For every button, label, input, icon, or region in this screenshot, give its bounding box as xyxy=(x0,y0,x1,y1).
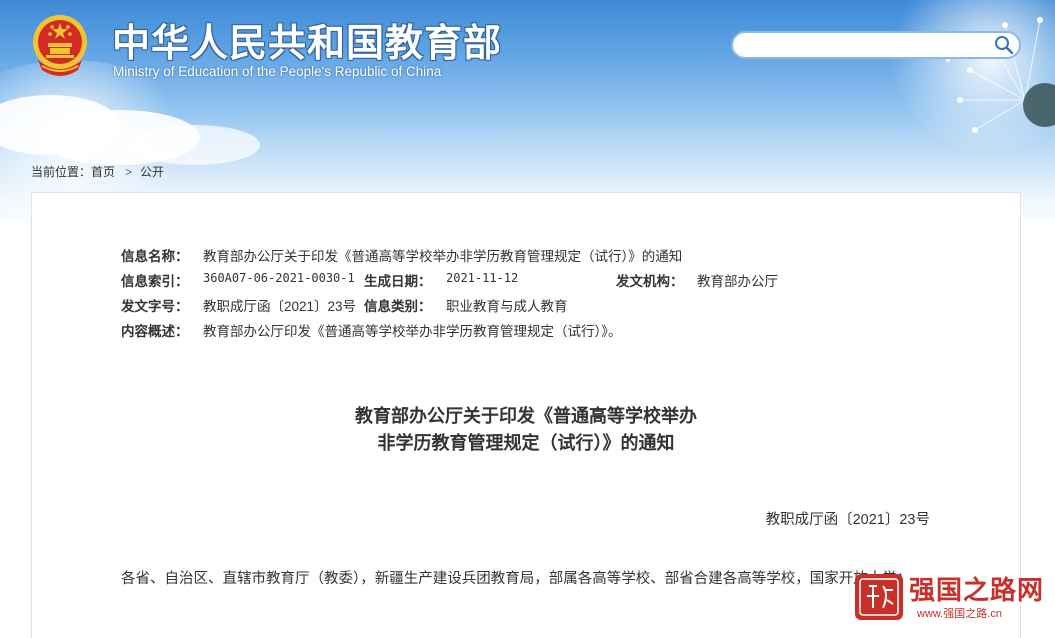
meta-docno-label: 发文字号： xyxy=(121,299,189,314)
document-title-line2: 非学历教育管理规定（试行）》的通知 xyxy=(377,433,675,453)
meta-row-docno: 发文字号： 教职成厅函〔2021〕23号 信息类别： 职业教育与成人教育 xyxy=(121,295,941,320)
search-box xyxy=(731,31,1021,59)
chevron-right-icon: > xyxy=(125,165,133,179)
meta-row-name: 信息名称： 教育部办公厅关于印发《普通高等学校举办非学历教育管理规定（试行）》的… xyxy=(121,245,941,270)
meta-row-index: 信息索引： 360A07-06-2021-0030-1 生成日期： 2021-1… xyxy=(121,270,941,295)
meta-date-value: 2021-11-12 xyxy=(446,271,519,285)
breadcrumb: 当前位置：首页 > 公开 xyxy=(31,163,164,180)
document-salutation: 各省、自治区、直辖市教育厅（教委），新疆生产建设兵团教育局，部属各高等学校、部省… xyxy=(121,571,912,587)
search-icon[interactable] xyxy=(993,35,1015,55)
meta-index-value: 360A07-06-2021-0030-1 xyxy=(203,271,355,285)
document-title-line1: 教育部办公厅关于印发《普通高等学校举办 xyxy=(355,406,697,426)
meta-issuer-label: 发文机构： xyxy=(616,274,684,289)
meta-name-label: 信息名称： xyxy=(121,249,189,264)
meta-date-label: 生成日期： xyxy=(364,274,432,289)
watermark: 强国之路网 www.强国之路.cn xyxy=(855,572,1045,624)
meta-issuer-value: 教育部办公厅 xyxy=(697,274,778,289)
search-input[interactable] xyxy=(745,36,985,54)
meta-summary-value: 教育部办公厅印发《普通高等学校举办非学历教育管理规定（试行）》。 xyxy=(203,324,622,339)
meta-row-summary: 内容概述： 教育部办公厅印发《普通高等学校举办非学历教育管理规定（试行）》。 xyxy=(121,320,941,345)
site-subtitle: Ministry of Education of the People's Re… xyxy=(113,64,442,79)
meta-summary-label: 内容概述： xyxy=(121,324,189,339)
document-number: 教职成厅函〔2021〕23号 xyxy=(765,512,930,528)
cloud-decoration xyxy=(130,125,260,165)
watermark-url: www.强国之路.cn xyxy=(917,608,1002,620)
document-title: 教育部办公厅关于印发《普通高等学校举办 非学历教育管理规定（试行）》的通知 xyxy=(32,403,1020,457)
breadcrumb-label: 当前位置： xyxy=(31,165,92,179)
breadcrumb-home-link[interactable]: 首页 xyxy=(91,165,115,179)
national-emblem-icon xyxy=(33,15,87,76)
breadcrumb-current-link[interactable]: 公开 xyxy=(140,165,164,179)
meta-category-value: 职业教育与成人教育 xyxy=(446,299,568,314)
meta-index-label: 信息索引： xyxy=(121,274,189,289)
seal-stamp-icon xyxy=(855,574,903,620)
document-metadata: 信息名称： 教育部办公厅关于印发《普通高等学校举办非学历教育管理规定（试行）》的… xyxy=(121,245,941,345)
meta-category-label: 信息类别： xyxy=(364,299,432,314)
watermark-text: 强国之路网 xyxy=(909,576,1045,606)
meta-docno-value: 教职成厅函〔2021〕23号 xyxy=(203,299,357,314)
site-title[interactable]: 中华人民共和国教育部 xyxy=(112,12,502,67)
meta-name-value: 教育部办公厅关于印发《普通高等学校举办非学历教育管理规定（试行）》的通知 xyxy=(203,249,683,264)
dandelion-decoration xyxy=(946,17,1055,133)
